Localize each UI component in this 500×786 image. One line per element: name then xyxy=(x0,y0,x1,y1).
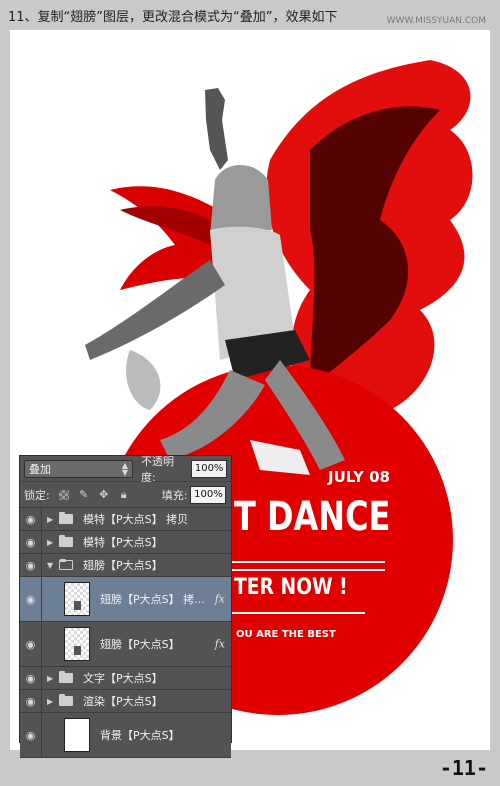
layer-row-render[interactable]: ◉ ▶ 渲染【P大点S】 xyxy=(20,690,231,713)
folder-icon xyxy=(59,535,73,547)
expand-arrow-icon[interactable]: ▶ xyxy=(47,515,59,524)
lock-transparency-icon[interactable] xyxy=(57,488,71,502)
lock-label: 锁定: xyxy=(24,488,50,502)
layer-row-model-copy[interactable]: ◉ ▶ 模特【P大点S】 拷贝 xyxy=(20,508,231,531)
layer-name: 翅膀【P大点S】 xyxy=(100,638,180,651)
layer-row-wings-copy[interactable]: ◉ 翅膀【P大点S】 拷... fx xyxy=(20,577,231,622)
layer-name: 渲染【P大点S】 xyxy=(83,695,163,708)
layer-row-wings[interactable]: ◉ 翅膀【P大点S】 fx xyxy=(20,622,231,667)
poster-headline: T DANCE xyxy=(234,494,391,540)
lock-row: 锁定: ✎ ✥ 🔒︎ 填充: 100% xyxy=(20,482,231,508)
visibility-eye-icon[interactable]: ◉ xyxy=(20,667,42,689)
fx-icon[interactable]: fx xyxy=(215,638,225,651)
layer-name: 模特【P大点S】 拷贝 xyxy=(83,513,189,526)
fill-input[interactable]: 100% xyxy=(190,485,227,504)
layer-row-background[interactable]: ◉ 背景【P大点S】 xyxy=(20,713,231,758)
lock-move-icon[interactable]: ✥ xyxy=(97,488,111,502)
layers-panel: 叠加 ▲ ▼ 不透明度: 100% 锁定: ✎ ✥ 🔒︎ 填充: 100% ◉ ▶… xyxy=(19,454,232,758)
folder-icon xyxy=(59,671,73,683)
blend-mode-select[interactable]: 叠加 ▲ ▼ xyxy=(24,459,134,478)
visibility-eye-icon[interactable]: ◉ xyxy=(20,622,42,666)
watermark: WWW.MISSYUAN.COM xyxy=(386,16,486,26)
fill-label: 填充: xyxy=(161,488,188,502)
layer-row-text[interactable]: ◉ ▶ 文字【P大点S】 xyxy=(20,667,231,690)
layer-row-wings-group[interactable]: ◉ ▼ 翅膀【P大点S】 xyxy=(20,554,231,577)
layer-name: 翅膀【P大点S】 拷... xyxy=(100,593,205,606)
lock-paint-brush-icon[interactable]: ✎ xyxy=(77,488,91,502)
layer-thumbnail xyxy=(64,718,90,752)
layer-name: 模特【P大点S】 xyxy=(83,536,163,549)
page-number: -11- xyxy=(439,756,488,780)
visibility-eye-icon[interactable]: ◉ xyxy=(20,554,42,576)
collapse-arrow-icon[interactable]: ▼ xyxy=(47,561,59,570)
expand-arrow-icon[interactable]: ▶ xyxy=(47,538,59,547)
layers-toolbar: 叠加 ▲ ▼ 不透明度: 100% xyxy=(20,454,231,484)
layer-name: 背景【P大点S】 xyxy=(100,729,180,742)
lock-all-padlock-icon[interactable]: 🔒︎ xyxy=(117,488,131,502)
poster-date: JULY 08 xyxy=(328,468,390,486)
visibility-eye-icon[interactable]: ◉ xyxy=(20,531,42,553)
visibility-eye-icon[interactable]: ◉ xyxy=(20,690,42,712)
title-bar: 11、复制“翅膀”图层，更改混合模式为“叠加”，效果如下 WWW.MISSYUA… xyxy=(0,0,500,30)
expand-arrow-icon[interactable]: ▶ xyxy=(47,697,59,706)
visibility-eye-icon[interactable]: ◉ xyxy=(20,508,42,530)
blend-mode-value: 叠加 xyxy=(29,462,51,476)
layer-thumbnail xyxy=(64,627,90,661)
step-instruction: 11、复制“翅膀”图层，更改混合模式为“叠加”，效果如下 xyxy=(8,10,338,25)
poster-tagline: OU ARE THE BEST xyxy=(236,629,336,640)
folder-icon xyxy=(59,694,73,706)
layer-row-model[interactable]: ◉ ▶ 模特【P大点S】 xyxy=(20,531,231,554)
open-folder-icon xyxy=(59,559,73,570)
poster-enter-now: TER NOW ! xyxy=(234,575,348,600)
layer-name: 文字【P大点S】 xyxy=(83,672,163,685)
visibility-eye-icon[interactable]: ◉ xyxy=(20,577,42,621)
opacity-label: 不透明度: xyxy=(141,454,175,484)
expand-arrow-icon[interactable]: ▶ xyxy=(47,674,59,683)
layer-thumbnail xyxy=(64,582,90,616)
layer-name: 翅膀【P大点S】 xyxy=(83,559,163,572)
select-arrows-icon: ▲ ▼ xyxy=(121,460,129,477)
opacity-input[interactable]: 100% xyxy=(191,459,227,478)
visibility-eye-icon[interactable]: ◉ xyxy=(20,713,42,757)
fx-icon[interactable]: fx xyxy=(215,593,225,606)
folder-icon xyxy=(59,512,73,524)
